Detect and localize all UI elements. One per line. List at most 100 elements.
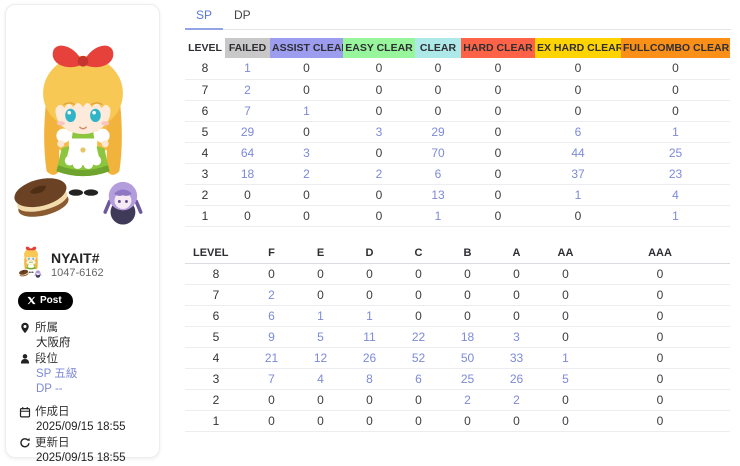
count-cell: 0	[270, 79, 343, 100]
count-link[interactable]: 22	[394, 327, 443, 348]
count-link[interactable]: 7	[247, 369, 296, 390]
count-link[interactable]: 5	[296, 327, 345, 348]
affiliation-value: 大阪府	[19, 337, 149, 350]
count-cell: 0	[541, 264, 590, 285]
count-link[interactable]: 6	[394, 369, 443, 390]
table-row: 37486252650	[185, 369, 730, 390]
count-link[interactable]: 25	[621, 142, 730, 163]
count-link[interactable]: 2	[225, 79, 270, 100]
tab-sp[interactable]: SP	[185, 0, 223, 30]
count-link[interactable]: 1	[535, 184, 621, 205]
count-cell: 0	[394, 264, 443, 285]
count-cell: 0	[535, 205, 621, 226]
count-link[interactable]: 21	[247, 348, 296, 369]
count-link[interactable]: 12	[296, 348, 345, 369]
count-link[interactable]: 6	[415, 163, 461, 184]
count-link[interactable]: 26	[345, 348, 394, 369]
count-link[interactable]: 18	[443, 327, 492, 348]
count-cell: 0	[225, 205, 270, 226]
level-cell: 8	[185, 264, 247, 285]
table-row: 31822603723	[185, 163, 730, 184]
count-link[interactable]: 4	[296, 369, 345, 390]
count-cell: 0	[296, 285, 345, 306]
count-cell: 0	[621, 100, 730, 121]
dan-rank-label: 段位	[35, 352, 58, 366]
count-cell: 0	[541, 390, 590, 411]
count-link[interactable]: 2	[492, 390, 541, 411]
count-cell: 0	[343, 205, 415, 226]
count-cell: 0	[270, 58, 343, 79]
count-link[interactable]: 4	[621, 184, 730, 205]
score-tables-area: SP DP LEVELFAILEDASSIST CLEAREASY CLEARC…	[185, 0, 731, 432]
level-cell: 3	[185, 163, 225, 184]
count-link[interactable]: 6	[247, 306, 296, 327]
created-date-label: 作成日	[35, 405, 70, 419]
column-header: C	[394, 244, 443, 264]
count-link[interactable]: 33	[492, 348, 541, 369]
count-cell: 0	[443, 264, 492, 285]
count-link[interactable]: 3	[492, 327, 541, 348]
count-link[interactable]: 18	[225, 163, 270, 184]
level-cell: 7	[185, 79, 225, 100]
column-header: AAA	[590, 244, 730, 264]
count-link[interactable]: 1	[621, 121, 730, 142]
count-link[interactable]: 26	[492, 369, 541, 390]
count-cell: 0	[590, 348, 730, 369]
count-link[interactable]: 23	[621, 163, 730, 184]
count-link[interactable]: 1	[270, 100, 343, 121]
count-link[interactable]: 64	[225, 142, 270, 163]
count-cell: 0	[461, 58, 535, 79]
count-link[interactable]: 2	[343, 163, 415, 184]
count-link[interactable]: 1	[345, 306, 394, 327]
count-link[interactable]: 1	[621, 205, 730, 226]
count-link[interactable]: 29	[225, 121, 270, 142]
count-cell: 0	[590, 306, 730, 327]
count-link[interactable]: 3	[343, 121, 415, 142]
count-cell: 0	[415, 100, 461, 121]
column-header: EASY CLEAR	[343, 38, 415, 58]
count-link[interactable]: 3	[270, 142, 343, 163]
tab-dp[interactable]: DP	[223, 0, 262, 29]
sp-rank-link[interactable]: SP 五級	[19, 368, 149, 381]
count-link[interactable]: 8	[345, 369, 394, 390]
level-cell: 2	[185, 184, 225, 205]
column-header: FAILED	[225, 38, 270, 58]
count-link[interactable]: 29	[415, 121, 461, 142]
table-row: 595112218300	[185, 327, 730, 348]
count-link[interactable]: 1	[541, 348, 590, 369]
column-header: D	[345, 244, 394, 264]
count-cell: 0	[443, 411, 492, 432]
count-link[interactable]: 1	[225, 58, 270, 79]
count-link[interactable]: 11	[345, 327, 394, 348]
level-column-header: LEVEL	[185, 244, 247, 264]
count-cell: 0	[394, 390, 443, 411]
count-cell: 0	[343, 100, 415, 121]
count-link[interactable]: 2	[270, 163, 343, 184]
count-link[interactable]: 7	[225, 100, 270, 121]
count-link[interactable]: 37	[535, 163, 621, 184]
dp-rank-link[interactable]: DP --	[19, 383, 149, 396]
table-row: 72000000	[185, 79, 730, 100]
count-link[interactable]: 2	[443, 390, 492, 411]
count-cell: 0	[345, 411, 394, 432]
count-cell: 0	[461, 79, 535, 100]
count-link[interactable]: 2	[247, 285, 296, 306]
count-link[interactable]: 70	[415, 142, 461, 163]
table-row: 200002200	[185, 390, 730, 411]
count-cell: 0	[296, 390, 345, 411]
count-link[interactable]: 1	[296, 306, 345, 327]
count-link[interactable]: 50	[443, 348, 492, 369]
count-link[interactable]: 13	[415, 184, 461, 205]
count-link[interactable]: 1	[415, 205, 461, 226]
count-link[interactable]: 9	[247, 327, 296, 348]
level-cell: 8	[185, 58, 225, 79]
count-link[interactable]: 5	[541, 369, 590, 390]
x-post-button[interactable]: Post	[18, 292, 73, 310]
calendar-icon	[19, 406, 31, 418]
count-cell: 0	[461, 163, 535, 184]
count-link[interactable]: 6	[535, 121, 621, 142]
count-link[interactable]: 25	[443, 369, 492, 390]
count-link[interactable]: 52	[394, 348, 443, 369]
level-cell: 3	[185, 369, 247, 390]
count-link[interactable]: 44	[535, 142, 621, 163]
